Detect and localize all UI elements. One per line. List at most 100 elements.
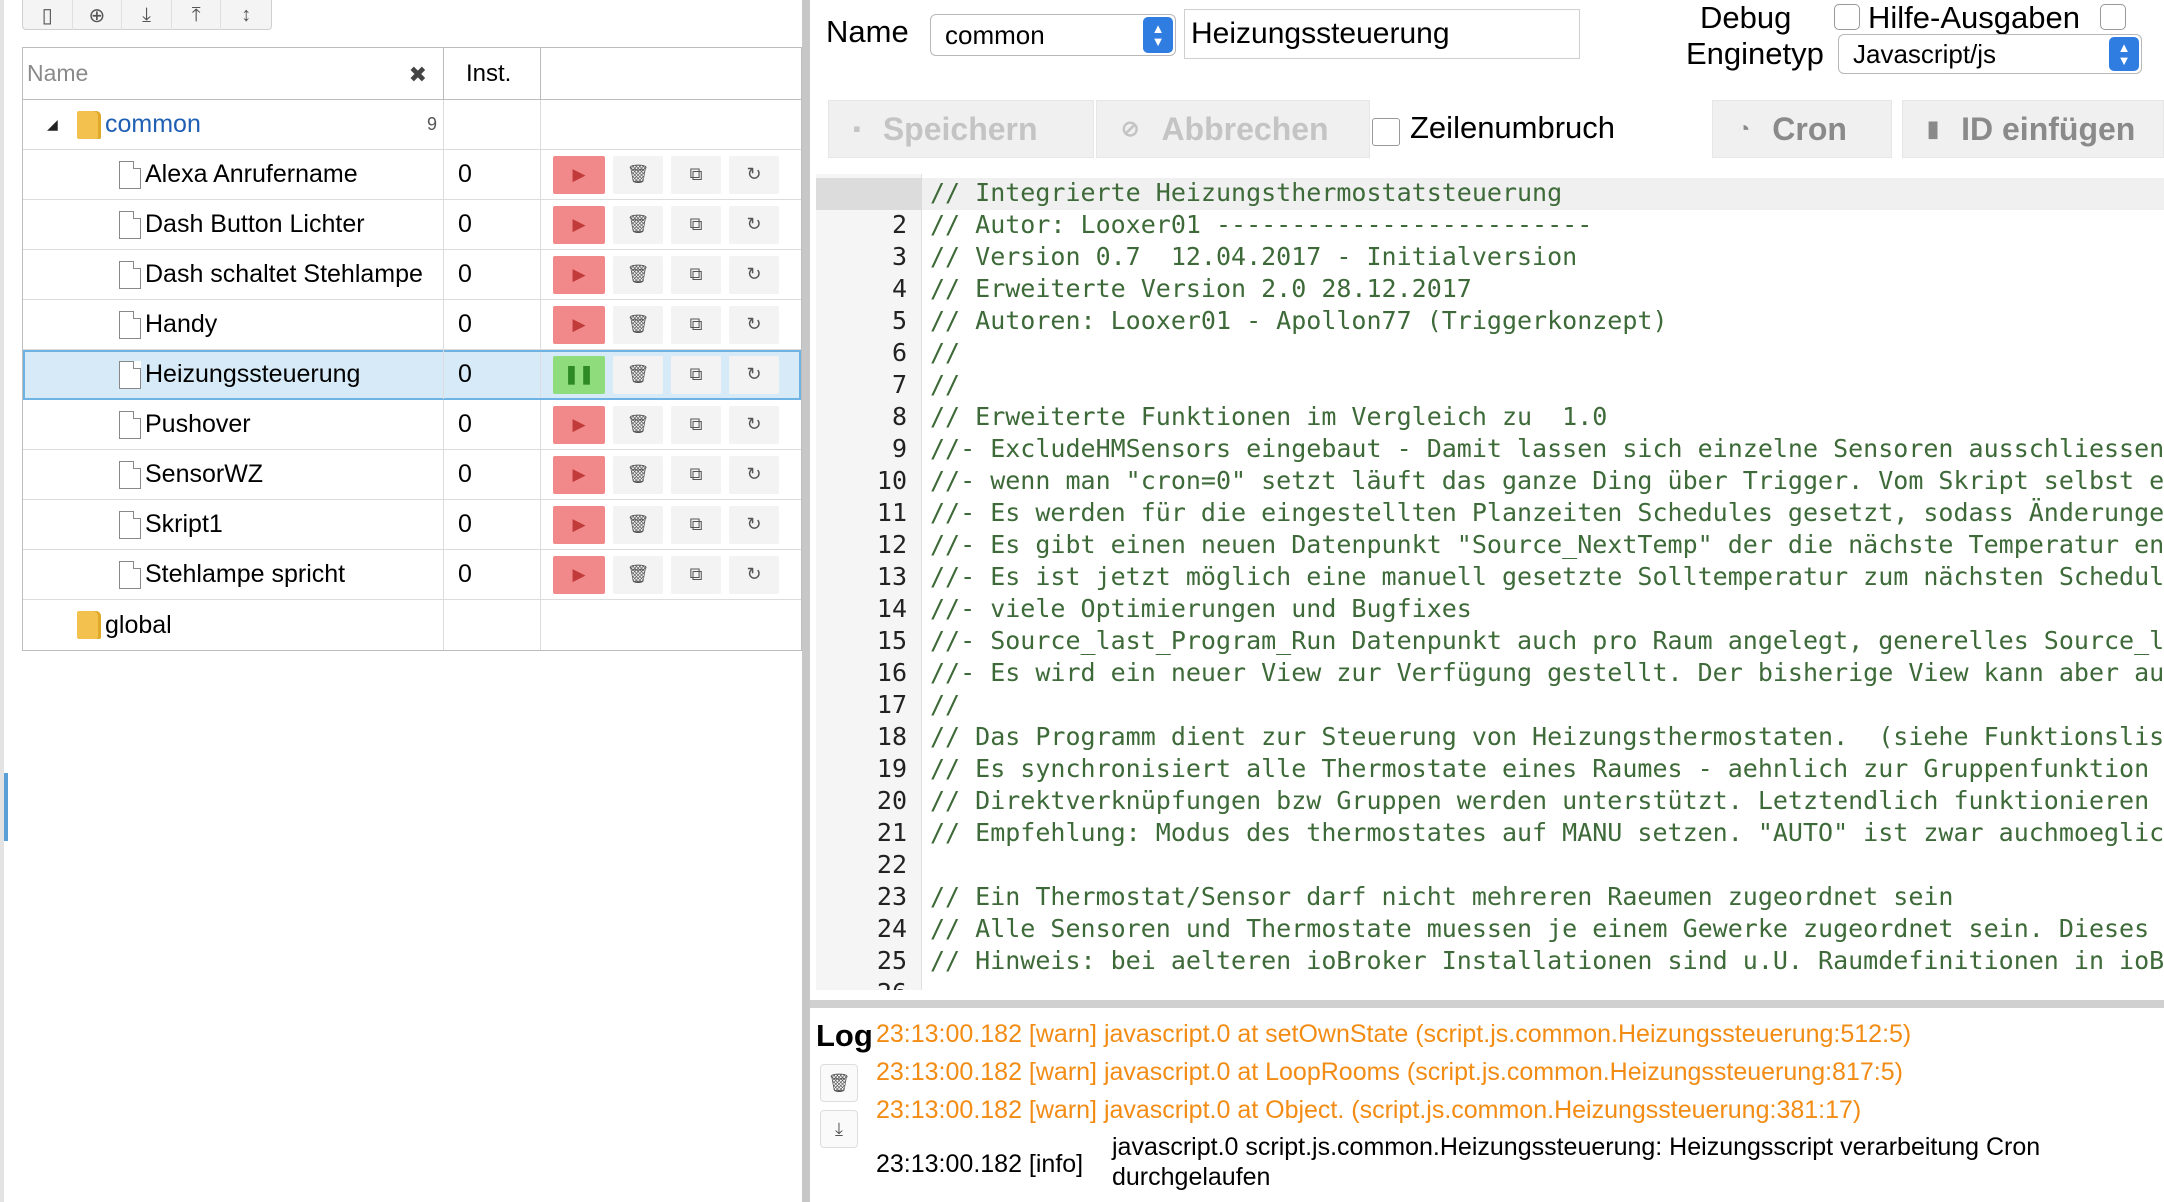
line-number: 15 bbox=[876, 626, 907, 655]
delete-icon[interactable]: 🗑 bbox=[613, 305, 663, 344]
save-button[interactable]: ▪ Speichern bbox=[828, 100, 1094, 158]
script-instances: 0 bbox=[444, 350, 541, 399]
insert-id-button[interactable]: ▮ ID einfügen bbox=[1902, 100, 2164, 158]
script-instances: 0 bbox=[444, 500, 541, 549]
line-number: 9 bbox=[891, 434, 907, 463]
clear-filter-icon[interactable]: ✖ bbox=[409, 62, 427, 88]
word-wrap-checkbox[interactable] bbox=[1372, 118, 1400, 146]
script-row[interactable]: Dash schaltet Stehlampe 0 ▶ 🗑 ⧉ ↻ bbox=[23, 250, 801, 300]
code-line: // Direktverknüpfungen bzw Gruppen werde… bbox=[930, 786, 2164, 815]
delete-icon[interactable]: 🗑 bbox=[613, 405, 663, 444]
log-splitter[interactable] bbox=[810, 1000, 2164, 1008]
line-number: 2 bbox=[891, 210, 907, 239]
code-line: //- Es gibt einen neuen Datenpunkt "Sour… bbox=[930, 530, 2164, 559]
script-row[interactable]: Alexa Anrufername 0 ▶ 🗑 ⧉ ↻ bbox=[23, 150, 801, 200]
collapse-icon[interactable]: ↕ bbox=[221, 0, 271, 30]
script-row[interactable]: Pushover 0 ▶ 🗑 ⧉ ↻ bbox=[23, 400, 801, 450]
engine-select[interactable]: Javascript/js ▲ ▼ bbox=[1838, 34, 2142, 74]
engine-select-value: Javascript/js bbox=[1853, 38, 1997, 69]
play-icon[interactable]: ▶ bbox=[553, 405, 605, 444]
save-button-label: Speichern bbox=[882, 110, 1038, 147]
export-icon[interactable]: ⤓ bbox=[122, 0, 172, 30]
code-line: //- viele Optimierungen und Bugfixes bbox=[930, 594, 1472, 623]
folder-row-common[interactable]: ◢ common 9 bbox=[23, 100, 801, 150]
delete-icon[interactable]: 🗑 bbox=[613, 555, 663, 594]
delete-icon[interactable]: 🗑 bbox=[613, 155, 663, 194]
copy-icon[interactable]: ⧉ bbox=[671, 155, 721, 194]
code-line: // Erweiterte Funktionen im Vergleich zu… bbox=[930, 402, 1608, 431]
restart-icon[interactable]: ↻ bbox=[729, 455, 779, 494]
copy-icon[interactable]: ⧉ bbox=[671, 355, 721, 394]
code-line: // Alle Sensoren und Thermostate muessen… bbox=[930, 914, 2164, 943]
delete-icon[interactable]: 🗑 bbox=[613, 355, 663, 394]
folder-select-value: common bbox=[945, 19, 1045, 50]
expand-triangle-icon[interactable]: ◢ bbox=[47, 116, 58, 133]
restart-icon[interactable]: ↻ bbox=[729, 405, 779, 444]
code-line: // bbox=[930, 338, 961, 367]
line-number: 23 bbox=[876, 882, 907, 911]
log-entry: 23:13:00.182 [warn] javascript.0 at setO… bbox=[876, 1020, 1912, 1048]
clock-icon: ◔ bbox=[1737, 116, 1751, 141]
play-icon[interactable]: ▶ bbox=[553, 205, 605, 244]
copy-icon[interactable]: ⧉ bbox=[671, 555, 721, 594]
panel-splitter[interactable] bbox=[802, 0, 810, 1202]
script-row[interactable]: SensorWZ 0 ▶ 🗑 ⧉ ↻ bbox=[23, 450, 801, 500]
debug-checkbox[interactable] bbox=[1834, 4, 1860, 30]
log-entry: 23:13:00.182 [warn] javascript.0 at Loop… bbox=[876, 1058, 1903, 1086]
play-icon[interactable]: ▶ bbox=[553, 505, 605, 544]
restart-icon[interactable]: ↻ bbox=[729, 355, 779, 394]
script-row[interactable]: Dash Button Lichter 0 ▶ 🗑 ⧉ ↻ bbox=[23, 200, 801, 250]
script-file-icon bbox=[119, 360, 141, 389]
restart-icon[interactable]: ↻ bbox=[729, 505, 779, 544]
new-script-icon[interactable]: ▯ bbox=[23, 0, 73, 30]
copy-icon[interactable]: ⧉ bbox=[671, 205, 721, 244]
script-row[interactable]: Handy 0 ▶ 🗑 ⧉ ↻ bbox=[23, 300, 801, 350]
script-row[interactable]: Stehlampe spricht 0 ▶ 🗑 ⧉ ↻ bbox=[23, 550, 801, 600]
cancel-button[interactable]: ⊘ Abbrechen bbox=[1096, 100, 1370, 158]
copy-icon[interactable]: ⧉ bbox=[671, 255, 721, 294]
download-log-icon[interactable]: ⤓ bbox=[820, 1110, 858, 1148]
play-icon[interactable]: ▶ bbox=[553, 255, 605, 294]
save-icon: ▪ bbox=[853, 116, 861, 141]
clear-log-icon[interactable]: 🗑 bbox=[820, 1064, 858, 1102]
pause-icon[interactable]: ❚❚ bbox=[553, 355, 605, 394]
delete-icon[interactable]: 🗑 bbox=[613, 455, 663, 494]
line-number: 13 bbox=[876, 562, 907, 591]
copy-icon[interactable]: ⧉ bbox=[671, 405, 721, 444]
script-row[interactable]: Heizungssteuerung 0 ❚❚ 🗑 ⧉ ↻ bbox=[23, 350, 801, 400]
script-name-input[interactable]: Heizungssteuerung bbox=[1184, 9, 1580, 59]
log-panel: Log 🗑 ⤓ 23:13:00.182 [warn] javascript.0… bbox=[810, 1008, 2164, 1202]
copy-icon[interactable]: ⧉ bbox=[671, 305, 721, 344]
add-folder-icon[interactable]: ⊕ bbox=[73, 0, 123, 30]
cron-button[interactable]: ◔ Cron bbox=[1712, 100, 1892, 158]
script-row[interactable]: Skript1 0 ▶ 🗑 ⧉ ↻ bbox=[23, 500, 801, 550]
copy-icon[interactable]: ⧉ bbox=[671, 505, 721, 544]
play-icon[interactable]: ▶ bbox=[553, 555, 605, 594]
code-line: // Es synchronisiert alle Thermostate ei… bbox=[930, 754, 2164, 783]
folder-row-global[interactable]: global bbox=[23, 600, 801, 650]
restart-icon[interactable]: ↻ bbox=[729, 205, 779, 244]
folder-select[interactable]: common ▲ ▼ bbox=[930, 14, 1176, 56]
cancel-icon: ⊘ bbox=[1121, 116, 1140, 141]
help-output-checkbox[interactable] bbox=[2100, 4, 2126, 30]
restart-icon[interactable]: ↻ bbox=[729, 155, 779, 194]
help-output-label: Hilfe-Ausgaben bbox=[1868, 0, 2080, 35]
copy-icon[interactable]: ⧉ bbox=[671, 455, 721, 494]
play-icon[interactable]: ▶ bbox=[553, 455, 605, 494]
play-icon[interactable]: ▶ bbox=[553, 155, 605, 194]
restart-icon[interactable]: ↻ bbox=[729, 555, 779, 594]
folder-label: global bbox=[105, 610, 172, 639]
delete-icon[interactable]: 🗑 bbox=[613, 255, 663, 294]
cron-button-label: Cron bbox=[1772, 110, 1847, 147]
restart-icon[interactable]: ↻ bbox=[729, 255, 779, 294]
name-filter-cell[interactable]: Name ✖ bbox=[23, 48, 444, 99]
code-editor[interactable]: 1234567891011121314151617181920212223242… bbox=[816, 174, 2164, 990]
code-line: //- wenn man "cron=0" setzt läuft das ga… bbox=[930, 466, 2164, 495]
restart-icon[interactable]: ↻ bbox=[729, 305, 779, 344]
play-icon[interactable]: ▶ bbox=[553, 305, 605, 344]
import-icon[interactable]: ⤒ bbox=[172, 0, 222, 30]
delete-icon[interactable]: 🗑 bbox=[613, 205, 663, 244]
name-filter-input[interactable]: Name bbox=[27, 60, 88, 87]
delete-icon[interactable]: 🗑 bbox=[613, 505, 663, 544]
script-name: Pushover bbox=[145, 410, 251, 438]
